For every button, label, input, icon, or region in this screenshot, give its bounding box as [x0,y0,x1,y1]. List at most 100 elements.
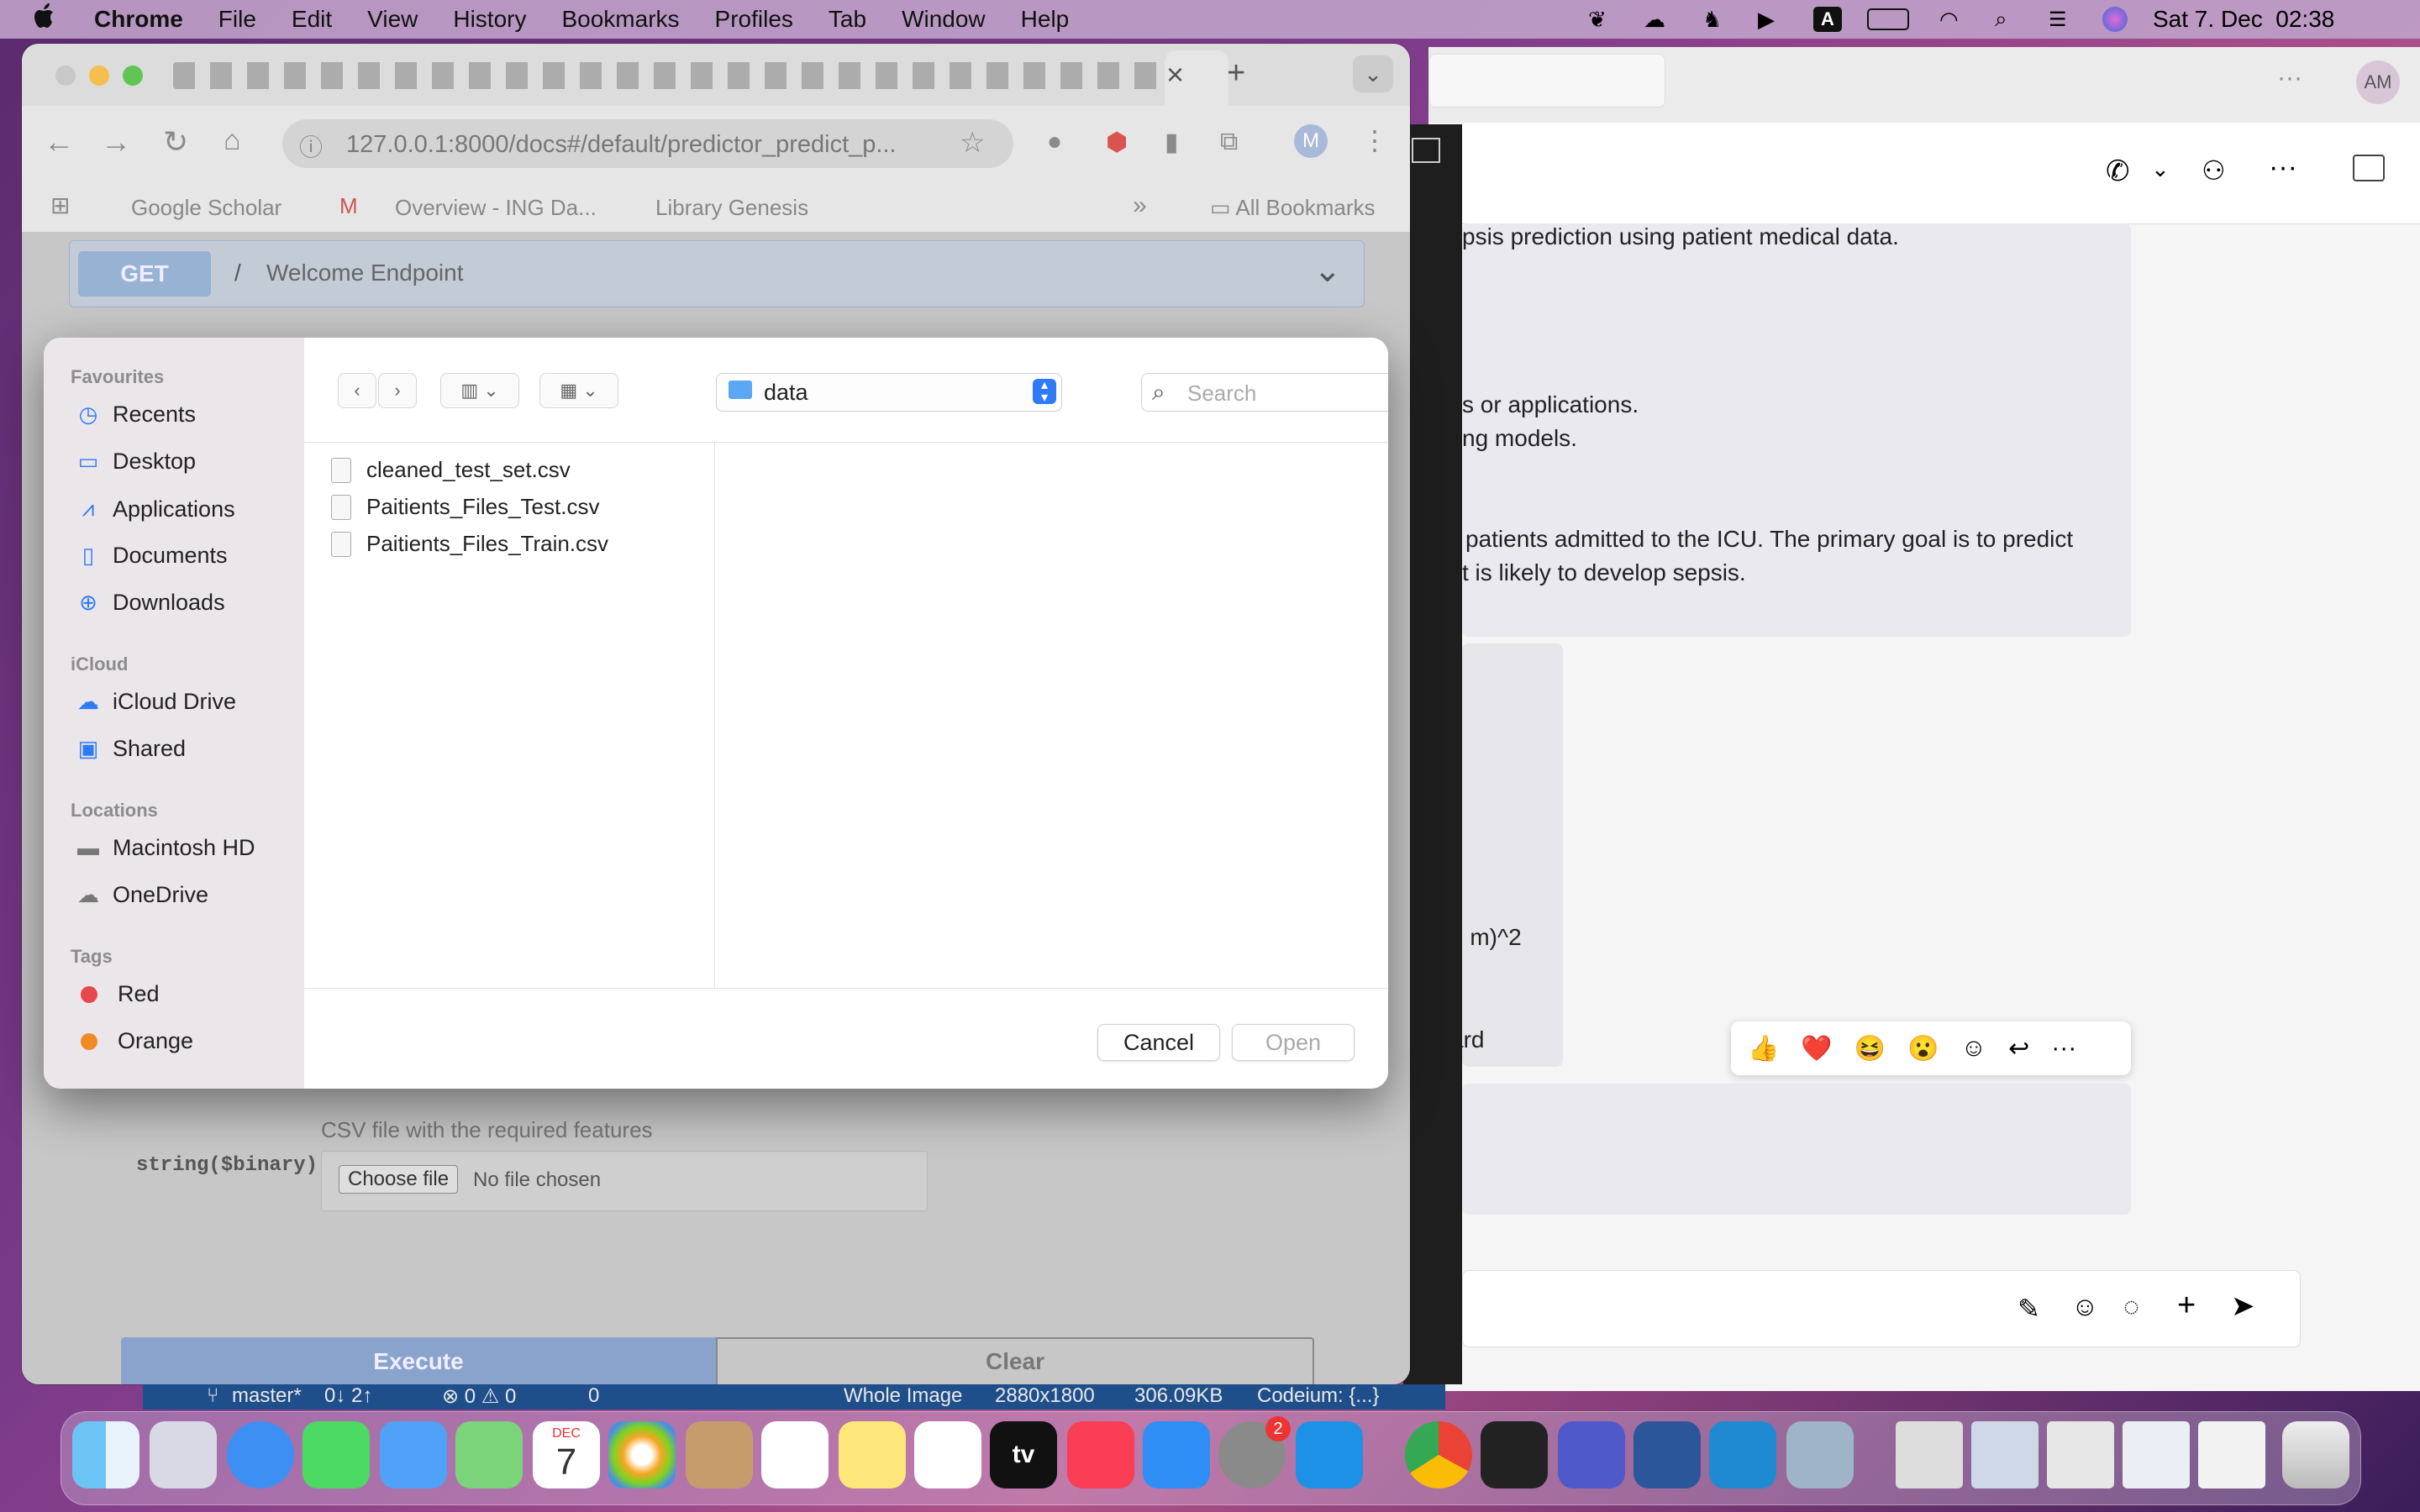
plus-icon[interactable]: + [2177,1288,2196,1324]
terminal-icon[interactable] [1481,1421,1548,1488]
gmail-icon[interactable]: M [339,193,358,219]
ports-count[interactable]: 0 [588,1384,599,1408]
menu-bookmarks[interactable]: Bookmarks [561,6,679,33]
adblock-icon[interactable]: ⬢ [1106,128,1128,157]
cancel-button[interactable]: Cancel [1097,1024,1220,1061]
reload-icon[interactable]: ↻ [163,124,188,160]
menu-file[interactable]: File [218,6,256,33]
bookmark-star-icon[interactable]: ☆ [960,126,985,160]
window-minimize-button[interactable] [89,66,109,86]
sidebar-item-applications[interactable]: ⩘ Applications [74,496,235,522]
minimized-window-icon[interactable] [1896,1421,1963,1488]
creative-cloud-icon[interactable]: ☁ [1644,7,1677,33]
menu-icon[interactable]: ⋮ [1361,124,1388,156]
send-icon[interactable]: ➤ [2231,1289,2255,1323]
minimized-window-icon[interactable] [2198,1421,2265,1488]
play-icon[interactable]: ▶ [1758,7,1788,33]
thumbs-up-icon[interactable]: 👍 [1748,1034,1779,1063]
extensions-puzzle-icon[interactable]: ⧉ [1220,128,1238,156]
apple-icon[interactable] [34,3,57,36]
sidebar-item-recents[interactable]: ◷ Recents [74,402,196,428]
mail-icon[interactable] [380,1421,447,1488]
file-item[interactable]: Paitients_Files_Test.csv [331,494,599,520]
side-panel-icon[interactable] [2353,155,2385,181]
trash-icon[interactable] [2282,1421,2349,1488]
battery-icon[interactable] [1867,8,1909,30]
menubar-clock[interactable]: Sat 7. Dec 02:38 [2153,6,2334,33]
apple-tv-icon[interactable]: tv [990,1421,1057,1488]
more-icon[interactable]: ··· [2051,1034,2076,1063]
window-close-button[interactable] [55,66,76,86]
vscode-icon[interactable] [1709,1421,1776,1488]
contacts-icon[interactable] [686,1421,753,1488]
chevron-down-icon[interactable]: ⌄ [1313,251,1342,290]
back-icon[interactable]: ← [44,124,74,160]
extension-icon[interactable]: ● [1047,128,1062,156]
emoji-icon[interactable]: ☺ [2071,1291,2099,1322]
endpoint-row[interactable]: GET / Welcome Endpoint ⌄ [69,240,1365,307]
reminders-icon[interactable] [761,1421,829,1488]
forward-icon[interactable]: › [378,373,417,408]
bookmark-google-scholar[interactable]: Google Scholar [131,195,281,221]
sidebar-tag-red[interactable]: Red [74,981,160,1007]
menu-edit[interactable]: Edit [292,6,332,33]
sidebar-item-desktop[interactable]: ▭ Desktop [74,449,196,475]
sidebar-item-documents[interactable]: ▯ Documents [74,543,228,569]
finder-icon[interactable] [72,1421,139,1488]
surprised-icon[interactable]: 😮 [1907,1034,1939,1063]
teams-tray-icon[interactable]: ♞ [1702,7,1733,33]
layout-icon[interactable] [1412,138,1440,163]
system-settings-icon[interactable]: 2 [1218,1416,1291,1488]
sidebar-item-shared[interactable]: ▣ Shared [74,736,186,762]
add-reaction-icon[interactable]: ☺ [1960,1034,1986,1063]
new-tab-button[interactable]: + [1227,55,1245,92]
safari-icon[interactable] [227,1421,294,1488]
branch-icon[interactable]: ⑂ [207,1384,218,1408]
apps-grid-icon[interactable]: ⊞ [50,192,70,219]
word-icon[interactable] [1634,1421,1701,1488]
tab-search-button[interactable]: ⌄ [1353,55,1393,92]
wifi-icon[interactable]: ◠ [1939,7,1970,33]
maps-icon[interactable] [455,1421,523,1488]
bookmark-library-genesis[interactable]: Library Genesis [655,195,808,221]
menu-window[interactable]: Window [902,6,986,33]
freeform-icon[interactable] [914,1421,981,1488]
minimized-window-icon[interactable] [2123,1421,2190,1488]
view-mode-columns-icon[interactable]: ▥ ⌄ [440,373,519,408]
clear-button[interactable]: Clear [716,1337,1314,1384]
profile-avatar[interactable]: M [1294,124,1328,158]
reply-icon[interactable]: ↩ [2008,1034,2029,1063]
site-info-icon[interactable]: ⓘ [299,129,323,163]
launchpad-icon[interactable] [150,1421,217,1488]
calendar-icon[interactable]: DEC 7 [533,1421,600,1488]
menu-help[interactable]: Help [1021,6,1070,33]
tab-close-icon[interactable]: × [1166,57,1184,92]
call-icon[interactable]: ✆ [2106,155,2130,188]
forward-icon[interactable]: → [101,124,131,160]
sidebar-item-icloud-drive[interactable]: ☁ iCloud Drive [74,689,236,715]
loop-icon[interactable]: ◌ [2123,1291,2139,1322]
heart-icon[interactable]: ❤️ [1801,1034,1832,1063]
messages-icon[interactable] [302,1421,370,1488]
search-field[interactable]: ⌕ Search [1141,373,1388,412]
open-button[interactable]: Open [1232,1024,1355,1061]
extension-icon[interactable]: ▮ [1165,128,1179,157]
minimized-window-icon[interactable] [2047,1421,2114,1488]
sidebar-item-macintosh-hd[interactable]: ▬ Macintosh HD [74,835,255,861]
more-icon[interactable]: ··· [2269,151,2297,184]
codeium-status[interactable]: Codeium: {...} [1257,1384,1379,1408]
notes-icon[interactable] [839,1421,906,1488]
file-item[interactable]: cleaned_test_set.csv [331,457,571,483]
git-branch[interactable]: master* [232,1384,302,1408]
compose-box[interactable]: ✎ ☺ ◌ + ➤ [1462,1270,2301,1347]
menu-tab[interactable]: Tab [829,6,866,33]
music-icon[interactable] [1067,1421,1134,1488]
menu-app-chrome[interactable]: Chrome [94,6,183,33]
laugh-icon[interactable]: 😆 [1854,1034,1886,1063]
bookmark-overview[interactable]: Overview - ING Da... [395,195,597,221]
sidebar-item-downloads[interactable]: ⊕ Downloads [74,590,224,616]
back-icon[interactable]: ‹ [338,373,376,408]
input-source-icon[interactable]: A [1813,7,1842,32]
execute-button[interactable]: Execute [121,1337,716,1384]
problems-count[interactable]: ⊗ 0 ⚠ 0 [442,1384,516,1409]
